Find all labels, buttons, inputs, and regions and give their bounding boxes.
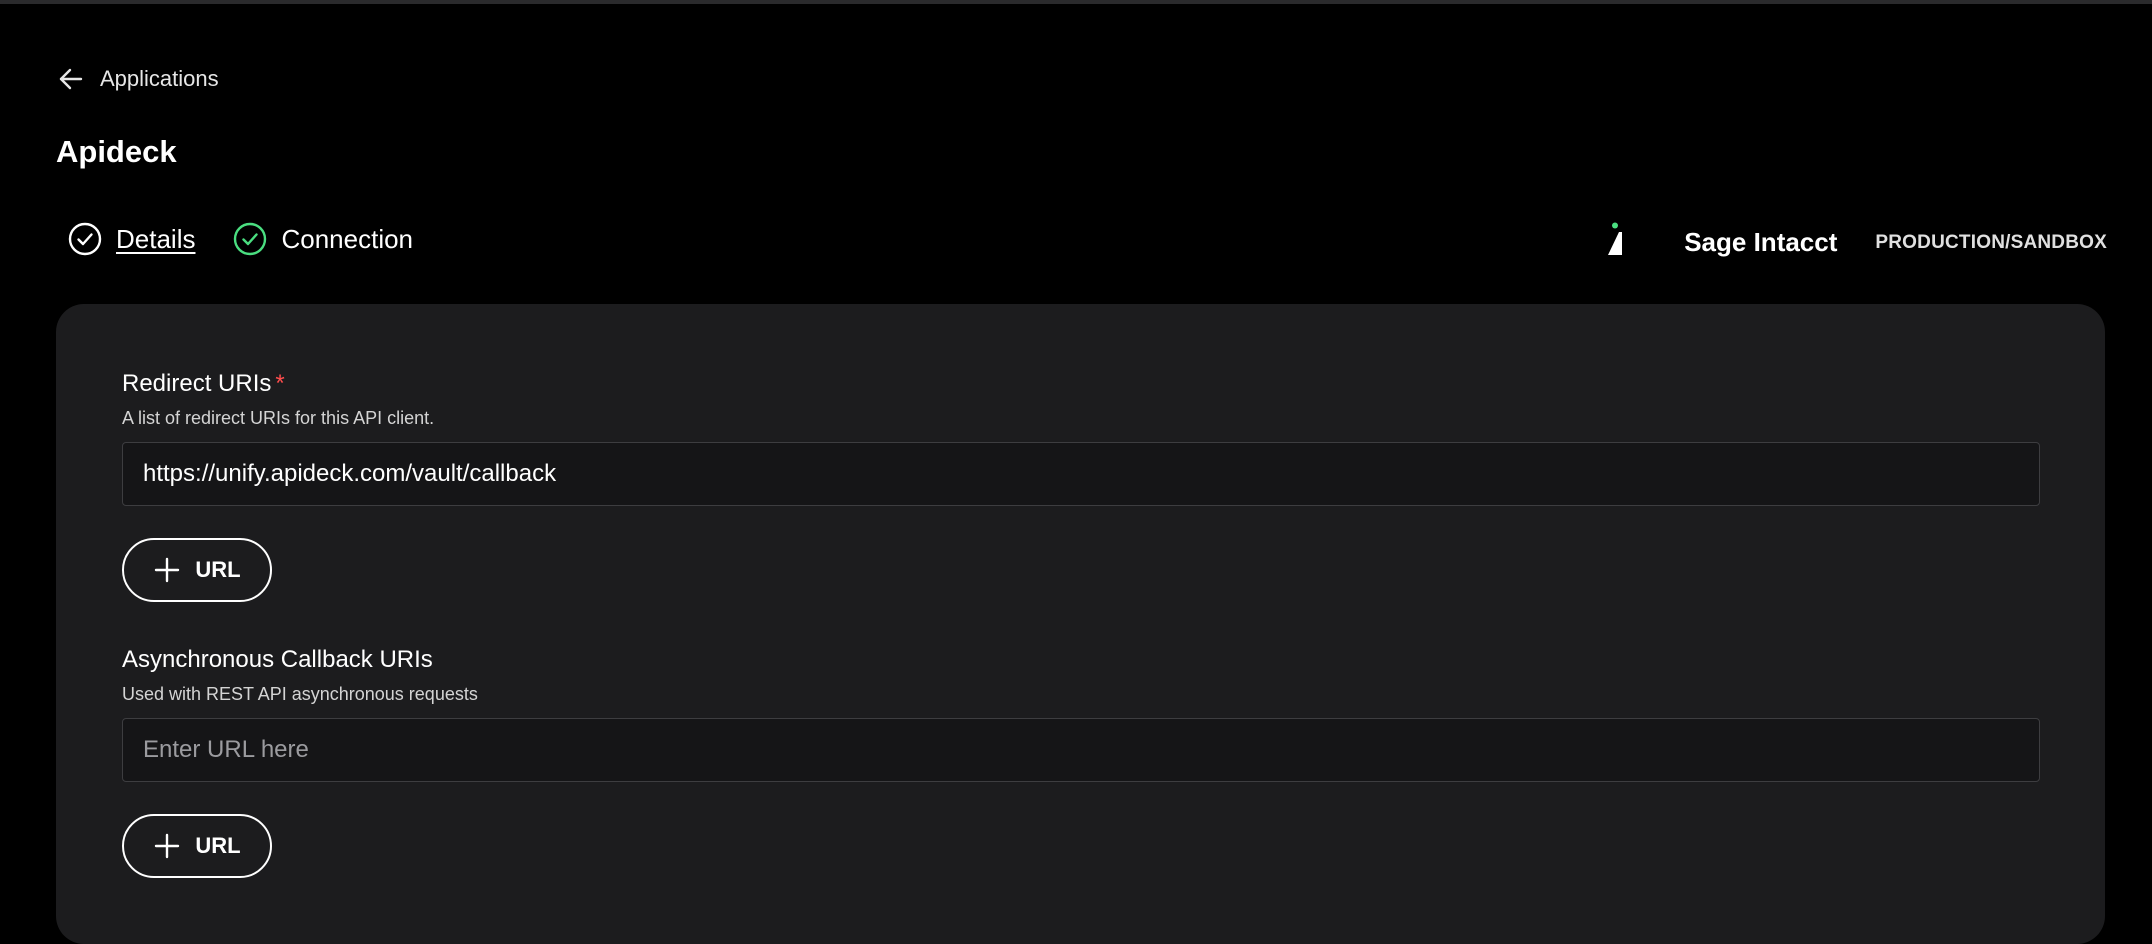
add-redirect-url-button[interactable]: URL [122, 538, 272, 602]
tab-connection[interactable]: Connection [233, 222, 413, 256]
add-callback-url-label: URL [195, 833, 241, 858]
connector-brand: Sage Intacct PRODUCTION/SANDBOX [1606, 222, 2107, 263]
tab-details-label: Details [116, 223, 196, 254]
arrow-left-icon [58, 66, 84, 92]
redirect-uris-section: Redirect URIs * A list of redirect URIs f… [122, 372, 2040, 602]
back-to-applications-link[interactable]: Applications [58, 66, 219, 92]
plus-icon [153, 832, 181, 860]
add-callback-url-button[interactable]: URL [122, 814, 272, 878]
redirect-uris-help: A list of redirect URIs for this API cli… [122, 408, 435, 428]
tab-details[interactable]: Details [68, 222, 195, 256]
async-callback-uri-input[interactable] [122, 718, 2040, 782]
tab-connection-label: Connection [281, 223, 414, 254]
async-callback-uris-label: Asynchronous Callback URIs [122, 646, 433, 673]
redirect-uri-input[interactable] [122, 442, 2040, 506]
connector-name: Sage Intacct [1684, 227, 1838, 257]
back-link-label: Applications [100, 66, 219, 91]
redirect-uris-label: Redirect URIs * [122, 370, 285, 397]
settings-panel: Redirect URIs * A list of redirect URIs f… [56, 304, 2105, 944]
async-callback-uris-section: Asynchronous Callback URIs Used with RES… [122, 648, 2040, 878]
plus-icon [153, 556, 181, 584]
check-circle-icon [233, 222, 267, 256]
top-border [0, 0, 2152, 4]
add-redirect-url-label: URL [195, 557, 241, 582]
sage-intacct-logo-icon [1606, 222, 1624, 263]
async-callback-uris-help: Used with REST API asynchronous requests [122, 684, 478, 704]
environment-badge: PRODUCTION/SANDBOX [1875, 231, 2107, 253]
check-circle-icon [68, 222, 102, 256]
required-marker: * [275, 370, 285, 397]
page-title: Apideck [56, 134, 177, 169]
step-tabs: Details Connection [68, 222, 451, 256]
